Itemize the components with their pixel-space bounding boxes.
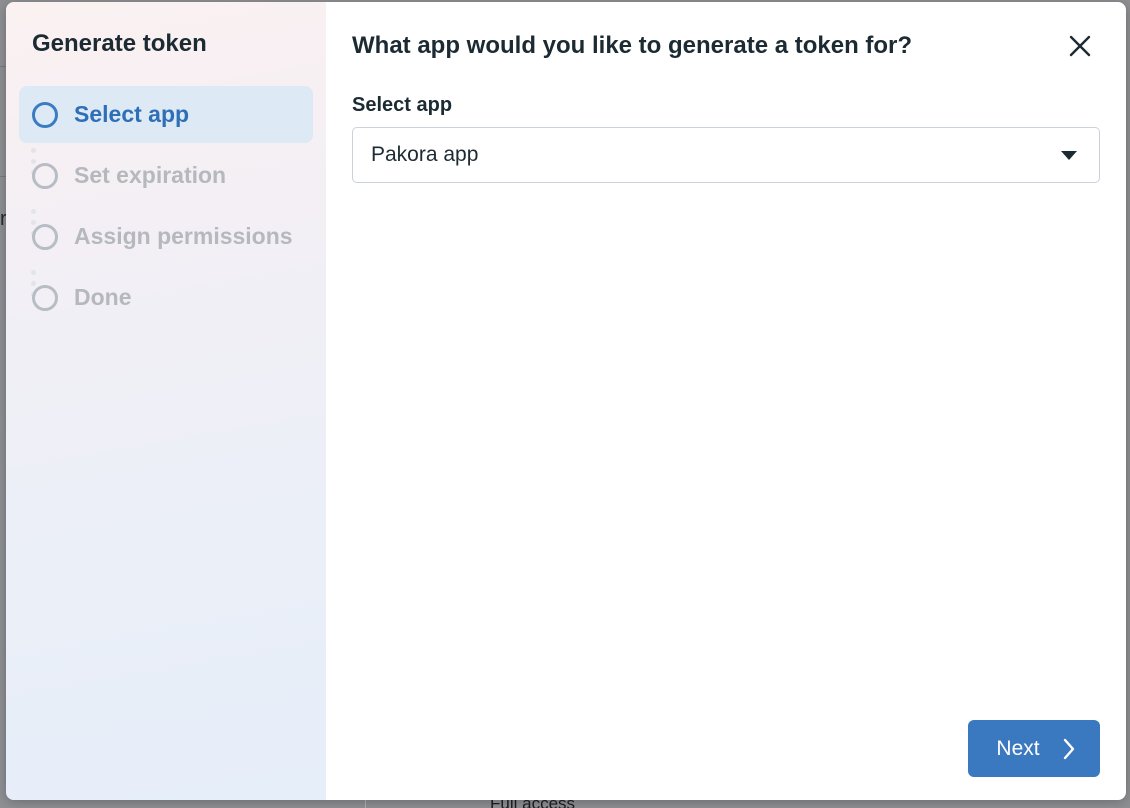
- step-assign-permissions[interactable]: Assign permissions: [19, 208, 313, 265]
- next-button[interactable]: Next: [968, 720, 1100, 777]
- step-done[interactable]: Done: [19, 269, 313, 326]
- step-label: Done: [74, 284, 132, 310]
- step-select-app[interactable]: Select app: [19, 86, 313, 143]
- step-circle-icon: [32, 101, 58, 128]
- app-select-value: Pakora app: [371, 143, 479, 166]
- step-list: Select app Set expiration Assign permiss…: [19, 86, 313, 326]
- dialog-question: What app would you like to generate a to…: [352, 32, 913, 59]
- chevron-right-icon: [1063, 738, 1074, 759]
- stepper-panel: Generate token Select app Set expiration…: [6, 2, 326, 800]
- close-icon: [1069, 35, 1091, 57]
- app-select-dropdown[interactable]: Pakora app: [352, 127, 1100, 183]
- close-button[interactable]: [1066, 32, 1094, 60]
- select-app-label: Select app: [352, 94, 453, 116]
- stepper-title: Generate token: [32, 30, 207, 57]
- step-label: Assign permissions: [74, 223, 293, 249]
- caret-down-icon: [1061, 151, 1077, 160]
- step-circle-icon: [32, 223, 58, 250]
- generate-token-dialog: Generate token Select app Set expiration…: [6, 2, 1126, 800]
- dialog-content: What app would you like to generate a to…: [326, 2, 1126, 800]
- step-label: Select app: [74, 101, 190, 127]
- step-circle-icon: [32, 162, 58, 189]
- step-set-expiration[interactable]: Set expiration: [19, 147, 313, 204]
- next-button-label: Next: [996, 736, 1040, 760]
- step-label: Set expiration: [74, 162, 227, 188]
- step-circle-icon: [32, 284, 58, 311]
